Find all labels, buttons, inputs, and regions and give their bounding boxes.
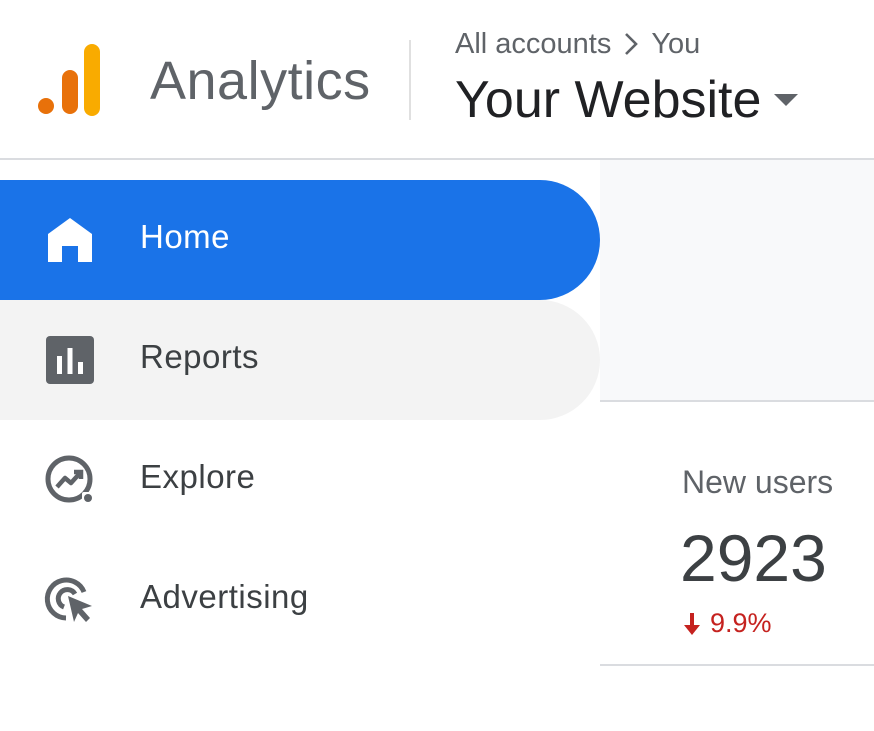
sidebar-item-label: Advertising (140, 578, 309, 615)
sidebar-item-label: Reports (140, 338, 260, 375)
metric-change-value: 9.9% (710, 608, 772, 638)
property-selector[interactable]: Your Website (455, 68, 799, 132)
sidebar-item-label: Explore (140, 458, 256, 495)
content-area (600, 666, 874, 731)
analytics-logo-icon[interactable] (38, 42, 102, 116)
sidebar-item-home[interactable]: Home (0, 180, 600, 300)
arrow-down-icon (682, 611, 702, 637)
caret-down-icon[interactable] (773, 93, 799, 107)
app-name: Analytics (150, 51, 371, 111)
app-header: Analytics All accounts You Your Website (0, 0, 874, 160)
sidebar-item-explore[interactable]: Explore (0, 420, 600, 540)
sidebar-item-advertising[interactable]: Advertising (0, 540, 600, 660)
breadcrumb[interactable]: All accounts You (455, 26, 700, 62)
sidebar-item-reports[interactable]: Reports (0, 300, 600, 420)
chevron-right-icon (621, 31, 641, 57)
breadcrumb-property[interactable]: You (651, 28, 700, 61)
home-icon (44, 214, 96, 266)
sidebar-nav: Home Reports Explore Advertising (0, 160, 600, 731)
advertising-icon (44, 574, 96, 626)
sidebar-item-label: Home (140, 218, 231, 255)
property-name[interactable]: Your Website (455, 70, 761, 130)
main-content: New users 2923 9.9% (600, 160, 874, 731)
header-divider (409, 40, 411, 120)
metric-value: 2923 (680, 521, 827, 595)
reports-icon (44, 334, 96, 386)
metric-change: 9.9% (682, 608, 772, 639)
metric-card[interactable]: New users 2923 9.9% (600, 402, 874, 666)
explore-icon (44, 454, 96, 506)
breadcrumb-account[interactable]: All accounts (455, 28, 611, 61)
top-band (600, 160, 874, 402)
metric-label: New users (682, 464, 834, 500)
